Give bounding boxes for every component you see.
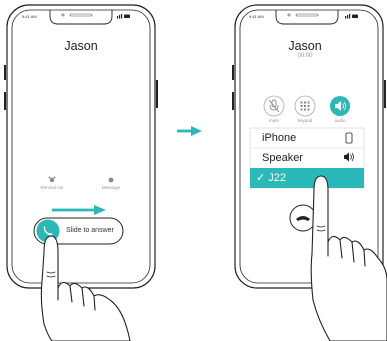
slide-arrow-icon bbox=[52, 205, 106, 215]
keypad-icon bbox=[300, 101, 310, 111]
left-message-icon bbox=[108, 177, 114, 183]
right-hand-pointer bbox=[310, 175, 387, 341]
menu-item-speaker[interactable]: Speaker bbox=[250, 148, 364, 168]
left-status-icons bbox=[117, 14, 130, 19]
left-caller-name: Jason bbox=[64, 39, 98, 53]
mute-button[interactable]: mute bbox=[259, 118, 289, 123]
message-button[interactable]: Message bbox=[91, 185, 131, 190]
remind-me-button[interactable]: Remind me bbox=[32, 185, 72, 190]
left-status-time: 9:41 AM bbox=[22, 14, 37, 19]
menu-item-iphone[interactable]: iPhone bbox=[250, 128, 364, 148]
transition-arrow-icon bbox=[177, 126, 202, 136]
call-timer: 00:00 bbox=[297, 53, 313, 59]
left-remind-icon bbox=[48, 176, 56, 183]
audio-button[interactable]: audio bbox=[325, 118, 355, 123]
right-status-icons bbox=[345, 14, 358, 19]
right-status-time: 9:41 AM bbox=[249, 14, 264, 19]
keypad-button[interactable]: keypad bbox=[290, 118, 320, 123]
slide-to-answer-label[interactable]: Slide to answer bbox=[66, 227, 114, 234]
keypad-button-circle bbox=[294, 95, 316, 117]
audio-route-menu: iPhone Speaker ✓ J22 bbox=[250, 128, 364, 188]
right-caller-name: Jason bbox=[288, 39, 322, 53]
mute-button-circle bbox=[263, 95, 285, 117]
menu-item-j22[interactable]: ✓ J22 bbox=[250, 168, 364, 188]
audio-button-circle bbox=[330, 96, 350, 116]
